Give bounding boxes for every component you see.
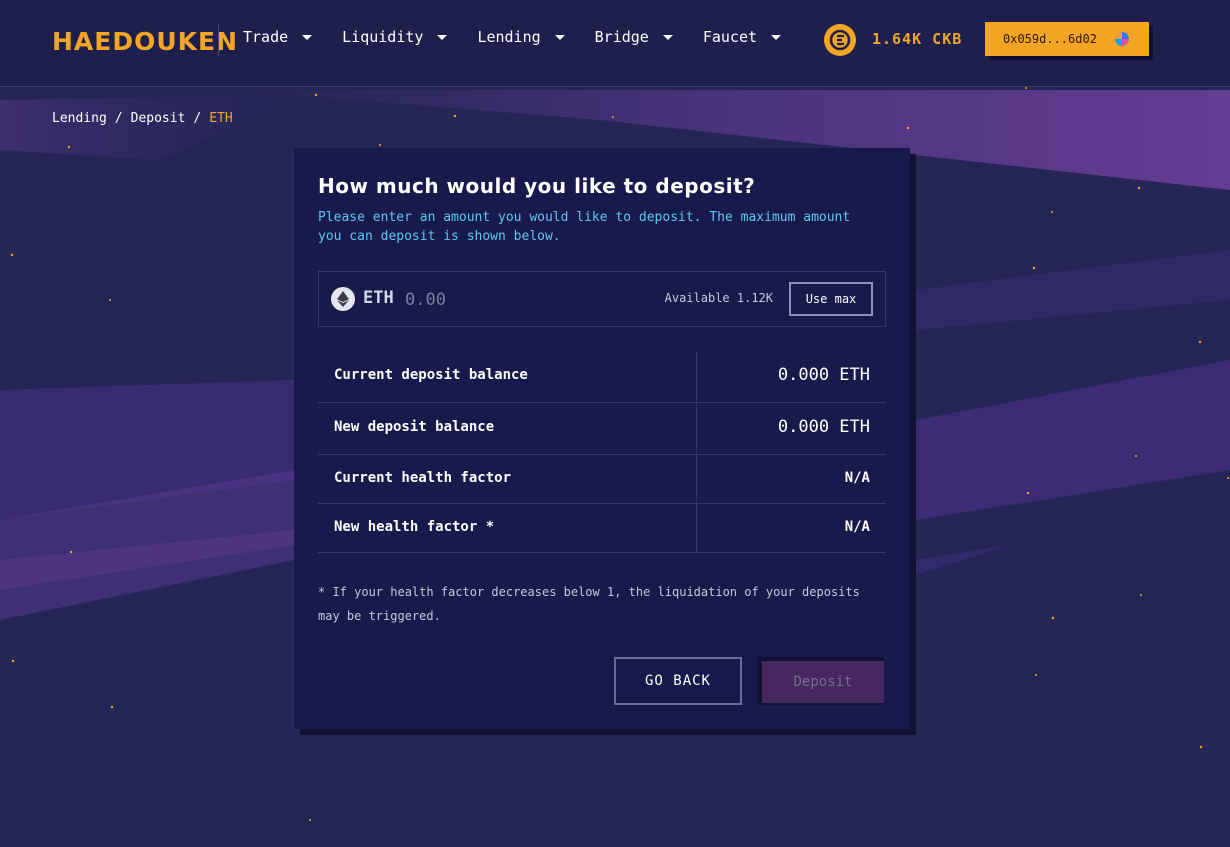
top-navbar: HAEDOUKEN Trade Liquidity Lending Bridge… — [0, 0, 1230, 87]
breadcrumb-current: ETH — [209, 111, 233, 126]
stat-row: New deposit balance 0.000 ETH — [318, 403, 886, 455]
amount-input-group: ETH Available 1.12K Use max — [318, 271, 886, 327]
chevron-down-icon — [437, 34, 448, 40]
deposit-button[interactable]: Deposit — [762, 661, 884, 703]
nav-faucet[interactable]: Faucet — [702, 28, 782, 46]
nav-trade[interactable]: Trade — [243, 28, 313, 46]
stat-divider — [696, 351, 697, 402]
stat-row: Current deposit balance 0.000 ETH — [318, 351, 886, 403]
chevron-down-icon — [662, 34, 673, 40]
nav-liquidity[interactable]: Liquidity — [342, 28, 448, 46]
logo-divider — [218, 24, 219, 56]
stat-label: New deposit balance — [334, 419, 495, 435]
available-balance: Available 1.12K — [664, 291, 773, 305]
nav-label: Trade — [243, 28, 289, 46]
stat-divider — [696, 455, 697, 503]
go-back-button[interactable]: GO BACK — [614, 657, 742, 705]
stat-value: N/A — [844, 519, 870, 535]
stat-label: New health factor * — [334, 519, 495, 535]
health-factor-footnote: * If your health factor decreases below … — [318, 585, 860, 623]
chevron-down-icon — [554, 34, 565, 40]
stat-value: 0.000 ETH — [777, 365, 870, 385]
wallet-address: 0x059d...6d02 — [1003, 32, 1097, 46]
ethereum-icon — [331, 287, 355, 311]
breadcrumb-lending[interactable]: Lending — [52, 111, 107, 126]
breadcrumb-separator: / — [193, 111, 202, 126]
card-subtitle: Please enter an amount you would like to… — [318, 210, 851, 244]
deposit-card: How much would you like to deposit? Plea… — [294, 148, 910, 729]
breadcrumb-separator: / — [114, 111, 123, 126]
stats-table: Current deposit balance 0.000 ETH New de… — [318, 351, 886, 553]
token-symbol: ETH — [363, 288, 394, 308]
nav-label: Bridge — [594, 28, 649, 46]
logo[interactable]: HAEDOUKEN — [52, 27, 238, 56]
nav-label: Liquidity — [342, 28, 424, 46]
ckb-balance: 1.64K CKB — [872, 30, 963, 48]
stat-label: Current deposit balance — [334, 367, 528, 383]
stat-divider — [696, 403, 697, 454]
nav-label: Faucet — [702, 28, 758, 46]
stat-divider — [696, 504, 697, 552]
amount-input[interactable] — [403, 286, 607, 314]
nav-label: Lending — [477, 28, 541, 46]
stat-label: Current health factor — [334, 470, 512, 486]
card-title: How much would you like to deposit? — [318, 174, 756, 198]
stat-value: 0.000 ETH — [777, 417, 870, 437]
main-nav: Trade Liquidity Lending Bridge Faucet — [243, 28, 811, 46]
use-max-button[interactable]: Use max — [789, 282, 873, 316]
stat-row: Current health factor N/A — [318, 455, 886, 504]
nav-lending[interactable]: Lending — [477, 28, 565, 46]
wallet-avatar-icon — [1115, 32, 1129, 46]
page: HAEDOUKEN Trade Liquidity Lending Bridge… — [0, 0, 1230, 847]
wallet-button[interactable]: 0x059d...6d02 — [985, 22, 1149, 56]
chevron-down-icon — [302, 34, 313, 40]
breadcrumb-deposit[interactable]: Deposit — [131, 111, 186, 126]
stat-value: N/A — [844, 470, 870, 486]
ckb-token-icon — [824, 24, 856, 56]
stat-row: New health factor * N/A — [318, 504, 886, 553]
chevron-down-icon — [771, 34, 782, 40]
nav-bridge[interactable]: Bridge — [595, 28, 673, 46]
breadcrumb: Lending / Deposit / ETH — [52, 111, 233, 126]
